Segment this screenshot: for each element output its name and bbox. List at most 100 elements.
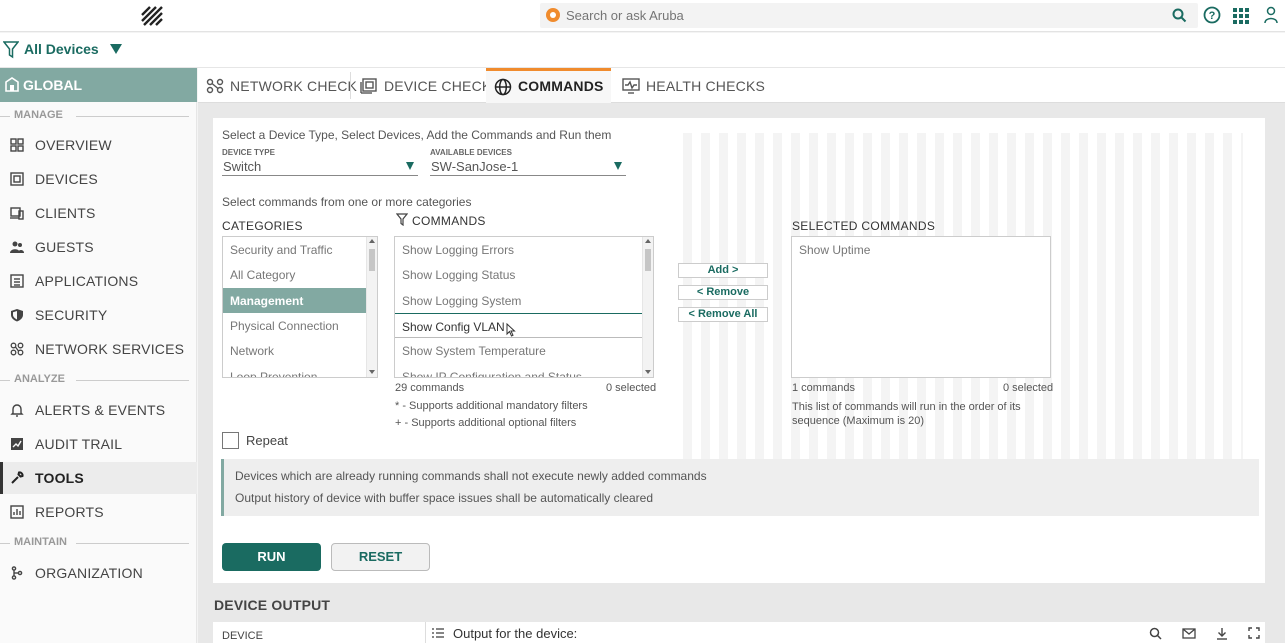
section-manage: MANAGE xyxy=(0,109,197,123)
info-banner: Devices which are already running comman… xyxy=(221,459,1259,516)
run-button[interactable]: RUN xyxy=(222,543,321,571)
available-devices-select[interactable]: SW-SanJose-1 xyxy=(430,156,626,176)
selected-selected-count: 0 selected xyxy=(1003,382,1054,394)
sidebar-item-tools[interactable]: TOOLS xyxy=(0,462,197,494)
add-button[interactable]: Add > xyxy=(678,263,768,278)
list-item[interactable]: Management xyxy=(223,288,366,313)
search-icon[interactable] xyxy=(1149,627,1162,640)
top-bar: ? xyxy=(0,0,1285,32)
main-content: Select a Device Type, Select Devices, Ad… xyxy=(198,103,1285,643)
commands-card: Select a Device Type, Select Devices, Ad… xyxy=(213,118,1265,583)
remove-all-button[interactable]: < Remove All xyxy=(678,307,768,322)
filter-bar: All Devices xyxy=(0,33,1285,68)
tab-network-check[interactable]: NETWORK CHECK xyxy=(198,68,357,103)
organization-icon xyxy=(11,566,23,580)
sidebar-item-guests[interactable]: GUESTS xyxy=(0,231,197,263)
sidebar-item-label: GUESTS xyxy=(35,239,94,255)
help-icon[interactable]: ? xyxy=(1203,6,1221,24)
sidebar: GLOBAL MANAGE OVERVIEW DEVICES CLIENTS G… xyxy=(0,68,197,643)
download-icon[interactable] xyxy=(1216,627,1228,640)
chevron-down-icon xyxy=(406,162,414,170)
categories-list[interactable]: Security and Traffic All Category Manage… xyxy=(222,236,378,378)
device-output-panel: DEVICE Output for the device: xyxy=(213,622,1265,643)
sidebar-item-label: TOOLS xyxy=(35,470,84,486)
commands-selected-count: 0 selected xyxy=(606,382,657,394)
output-title: Output for the device: xyxy=(453,626,578,641)
chevron-down-icon[interactable] xyxy=(110,44,122,54)
sidebar-item-alerts-events[interactable]: ALERTS & EVENTS xyxy=(0,394,197,426)
list-icon xyxy=(432,628,444,638)
apps-grid-icon[interactable] xyxy=(1233,8,1249,24)
list-item[interactable]: Show Logging Errors xyxy=(395,237,653,262)
commands-header: COMMANDS xyxy=(412,214,486,228)
sidebar-item-devices[interactable]: DEVICES xyxy=(0,163,197,195)
sidebar-item-reports[interactable]: REPORTS xyxy=(0,496,197,528)
list-item[interactable]: Show IP Configuration and Status xyxy=(395,364,653,377)
search-bar[interactable] xyxy=(540,3,1198,28)
aruba-logo-icon[interactable] xyxy=(140,5,164,27)
categories-scrollbar[interactable] xyxy=(366,237,377,377)
user-icon[interactable] xyxy=(1263,6,1279,24)
reset-button[interactable]: RESET xyxy=(331,543,430,571)
device-output-title: DEVICE OUTPUT xyxy=(214,597,331,613)
tab-divider xyxy=(350,72,351,99)
remove-button[interactable]: < Remove xyxy=(678,285,768,300)
section-maintain: MAINTAIN xyxy=(0,536,197,550)
list-item[interactable]: Security and Traffic xyxy=(223,237,377,262)
building-icon xyxy=(5,77,19,92)
list-item[interactable]: Show Logging Status xyxy=(395,262,653,287)
sidebar-item-label: AUDIT TRAIL xyxy=(35,436,123,452)
sidebar-item-clients[interactable]: CLIENTS xyxy=(0,197,197,229)
selected-commands-list[interactable]: Show Uptime xyxy=(791,236,1051,378)
commands-scrollbar[interactable] xyxy=(642,237,653,377)
sidebar-item-network-services[interactable]: NETWORK SERVICES xyxy=(0,333,197,365)
list-item[interactable]: Show Logging System xyxy=(395,288,653,313)
wrench-icon xyxy=(11,471,24,484)
list-item[interactable]: All Category xyxy=(223,262,377,287)
sidebar-item-organization[interactable]: ORGANIZATION xyxy=(0,557,197,589)
device-filter-label[interactable]: All Devices xyxy=(24,41,99,57)
commands-list[interactable]: Show Logging Errors Show Logging Status … xyxy=(394,236,654,378)
device-type-select[interactable]: Switch xyxy=(222,156,418,176)
search-icon[interactable] xyxy=(1172,8,1187,23)
mouse-cursor-icon xyxy=(506,323,516,337)
sidebar-item-security[interactable]: SECURITY xyxy=(0,299,197,331)
intro-text: Select a Device Type, Select Devices, Ad… xyxy=(222,128,612,142)
sidebar-item-label: REPORTS xyxy=(35,504,104,520)
tool-tabs: NETWORK CHECK DEVICE CHECK COMMANDS HEAL… xyxy=(198,68,1285,103)
tab-health-checks[interactable]: HEALTH CHECKS xyxy=(614,68,766,103)
tab-commands[interactable]: COMMANDS xyxy=(486,68,611,103)
repeat-label: Repeat xyxy=(246,433,288,448)
network-check-icon xyxy=(206,78,224,94)
info-line-2: Output history of device with buffer spa… xyxy=(235,491,653,505)
fullscreen-icon[interactable] xyxy=(1248,627,1260,639)
global-scope[interactable]: GLOBAL xyxy=(0,68,197,102)
list-item[interactable]: Show System Temperature xyxy=(395,338,653,363)
list-item[interactable]: Loop Prevention xyxy=(223,364,377,377)
mail-icon[interactable] xyxy=(1182,628,1196,639)
overview-icon xyxy=(10,138,24,152)
filter-icon xyxy=(3,41,19,59)
tab-device-check[interactable]: DEVICE CHECK xyxy=(352,68,491,103)
sidebar-item-label: DEVICES xyxy=(35,171,98,187)
list-item[interactable]: Show Uptime xyxy=(792,237,1050,262)
globe-icon xyxy=(494,78,512,96)
sidebar-item-applications[interactable]: APPLICATIONS xyxy=(0,265,197,297)
audit-trail-icon xyxy=(11,438,23,450)
sidebar-item-audit-trail[interactable]: AUDIT TRAIL xyxy=(0,428,197,460)
guests-icon xyxy=(10,241,24,253)
applications-icon xyxy=(10,274,24,288)
selected-count: 1 commands xyxy=(792,382,855,394)
sidebar-item-label: NETWORK SERVICES xyxy=(35,341,185,357)
selected-commands-header: SELECTED COMMANDS xyxy=(792,219,936,233)
list-item[interactable]: Show Config VLAN xyxy=(395,313,642,338)
sidebar-item-overview[interactable]: OVERVIEW xyxy=(0,129,197,161)
svg-text:?: ? xyxy=(1209,10,1216,22)
filter-icon[interactable] xyxy=(396,213,408,226)
device-check-icon xyxy=(360,78,377,94)
list-item[interactable]: Network xyxy=(223,338,377,363)
list-item[interactable]: Physical Connection xyxy=(223,313,377,338)
search-input[interactable] xyxy=(566,5,1166,26)
repeat-checkbox[interactable] xyxy=(222,432,239,449)
tab-label: HEALTH CHECKS xyxy=(646,78,766,94)
